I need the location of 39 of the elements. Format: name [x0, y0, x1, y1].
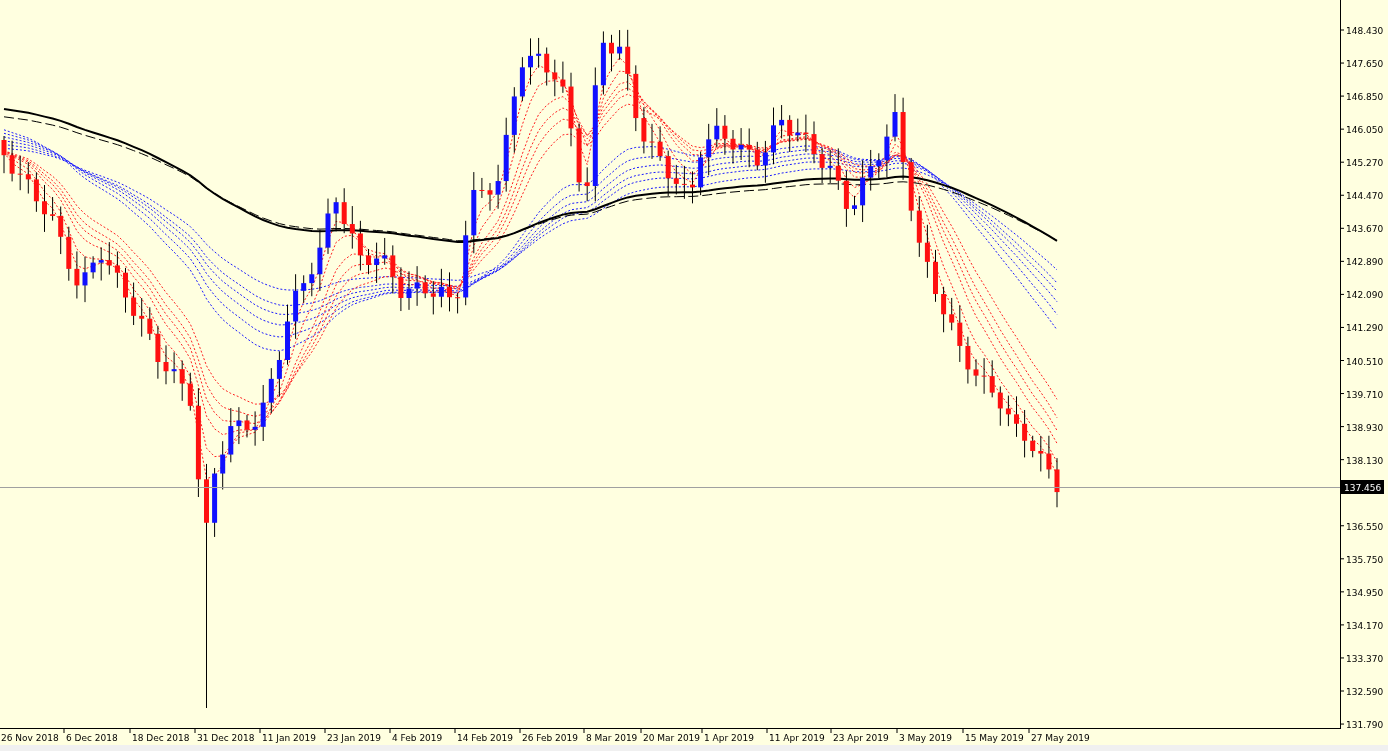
price-axis-label: 143.670	[1346, 224, 1384, 235]
price-axis-label: 141.290	[1346, 323, 1384, 334]
time-axis-label: 6 Dec 2018	[66, 733, 118, 743]
price-axis-label: 145.270	[1346, 158, 1384, 169]
price-axis-label: 139.710	[1346, 389, 1384, 400]
price-axis-label: 132.590	[1346, 687, 1384, 697]
time-axis-label: 23 Jan 2019	[327, 733, 381, 743]
time-axis-label: 27 May 2019	[1031, 733, 1090, 743]
time-axis-label: 23 Apr 2019	[833, 733, 889, 743]
time-axis-label: 15 May 2019	[965, 733, 1024, 743]
price-axis-label: 142.890	[1346, 257, 1384, 268]
price-axis-label: 136.550	[1346, 521, 1384, 532]
price-axis-label: 146.050	[1346, 125, 1384, 136]
current-price-label: 137.456	[1341, 480, 1384, 494]
time-axis-label: 20 Mar 2019	[643, 733, 701, 743]
time-axis-label: 8 Mar 2019	[586, 733, 638, 743]
time-axis-label: 14 Feb 2019	[457, 733, 513, 743]
price-axis-label: 144.470	[1346, 191, 1384, 202]
time-axis-label: 4 Feb 2019	[392, 733, 443, 743]
time-axis-label: 26 Nov 2018	[1, 733, 59, 743]
price-axis-label: 131.790	[1346, 720, 1384, 731]
time-axis-label: 3 May 2019	[899, 733, 952, 743]
price-axis-label: 146.850	[1346, 92, 1384, 103]
price-axis-label: 148.430	[1346, 26, 1384, 36]
price-axis-label: 134.170	[1346, 620, 1384, 631]
price-axis-label: 134.950	[1346, 587, 1384, 598]
time-axis-label: 31 Dec 2018	[197, 733, 255, 743]
price-axis-label: 138.130	[1346, 455, 1384, 466]
price-axis-label: 138.930	[1346, 422, 1384, 433]
price-axis-label: 147.650	[1346, 59, 1384, 70]
time-axis-label: 18 Dec 2018	[132, 733, 190, 743]
time-axis-label: 11 Apr 2019	[769, 733, 825, 743]
price-axis-label: 135.750	[1346, 554, 1384, 565]
time-axis-label: 1 Apr 2019	[704, 733, 754, 743]
time-axis-label: 11 Jan 2019	[262, 733, 316, 743]
price-axis-label: 133.370	[1346, 653, 1384, 664]
price-axis-label: 142.090	[1346, 290, 1384, 301]
price-axis-label: 140.510	[1346, 356, 1384, 367]
time-axis-label: 26 Feb 2019	[522, 733, 578, 743]
